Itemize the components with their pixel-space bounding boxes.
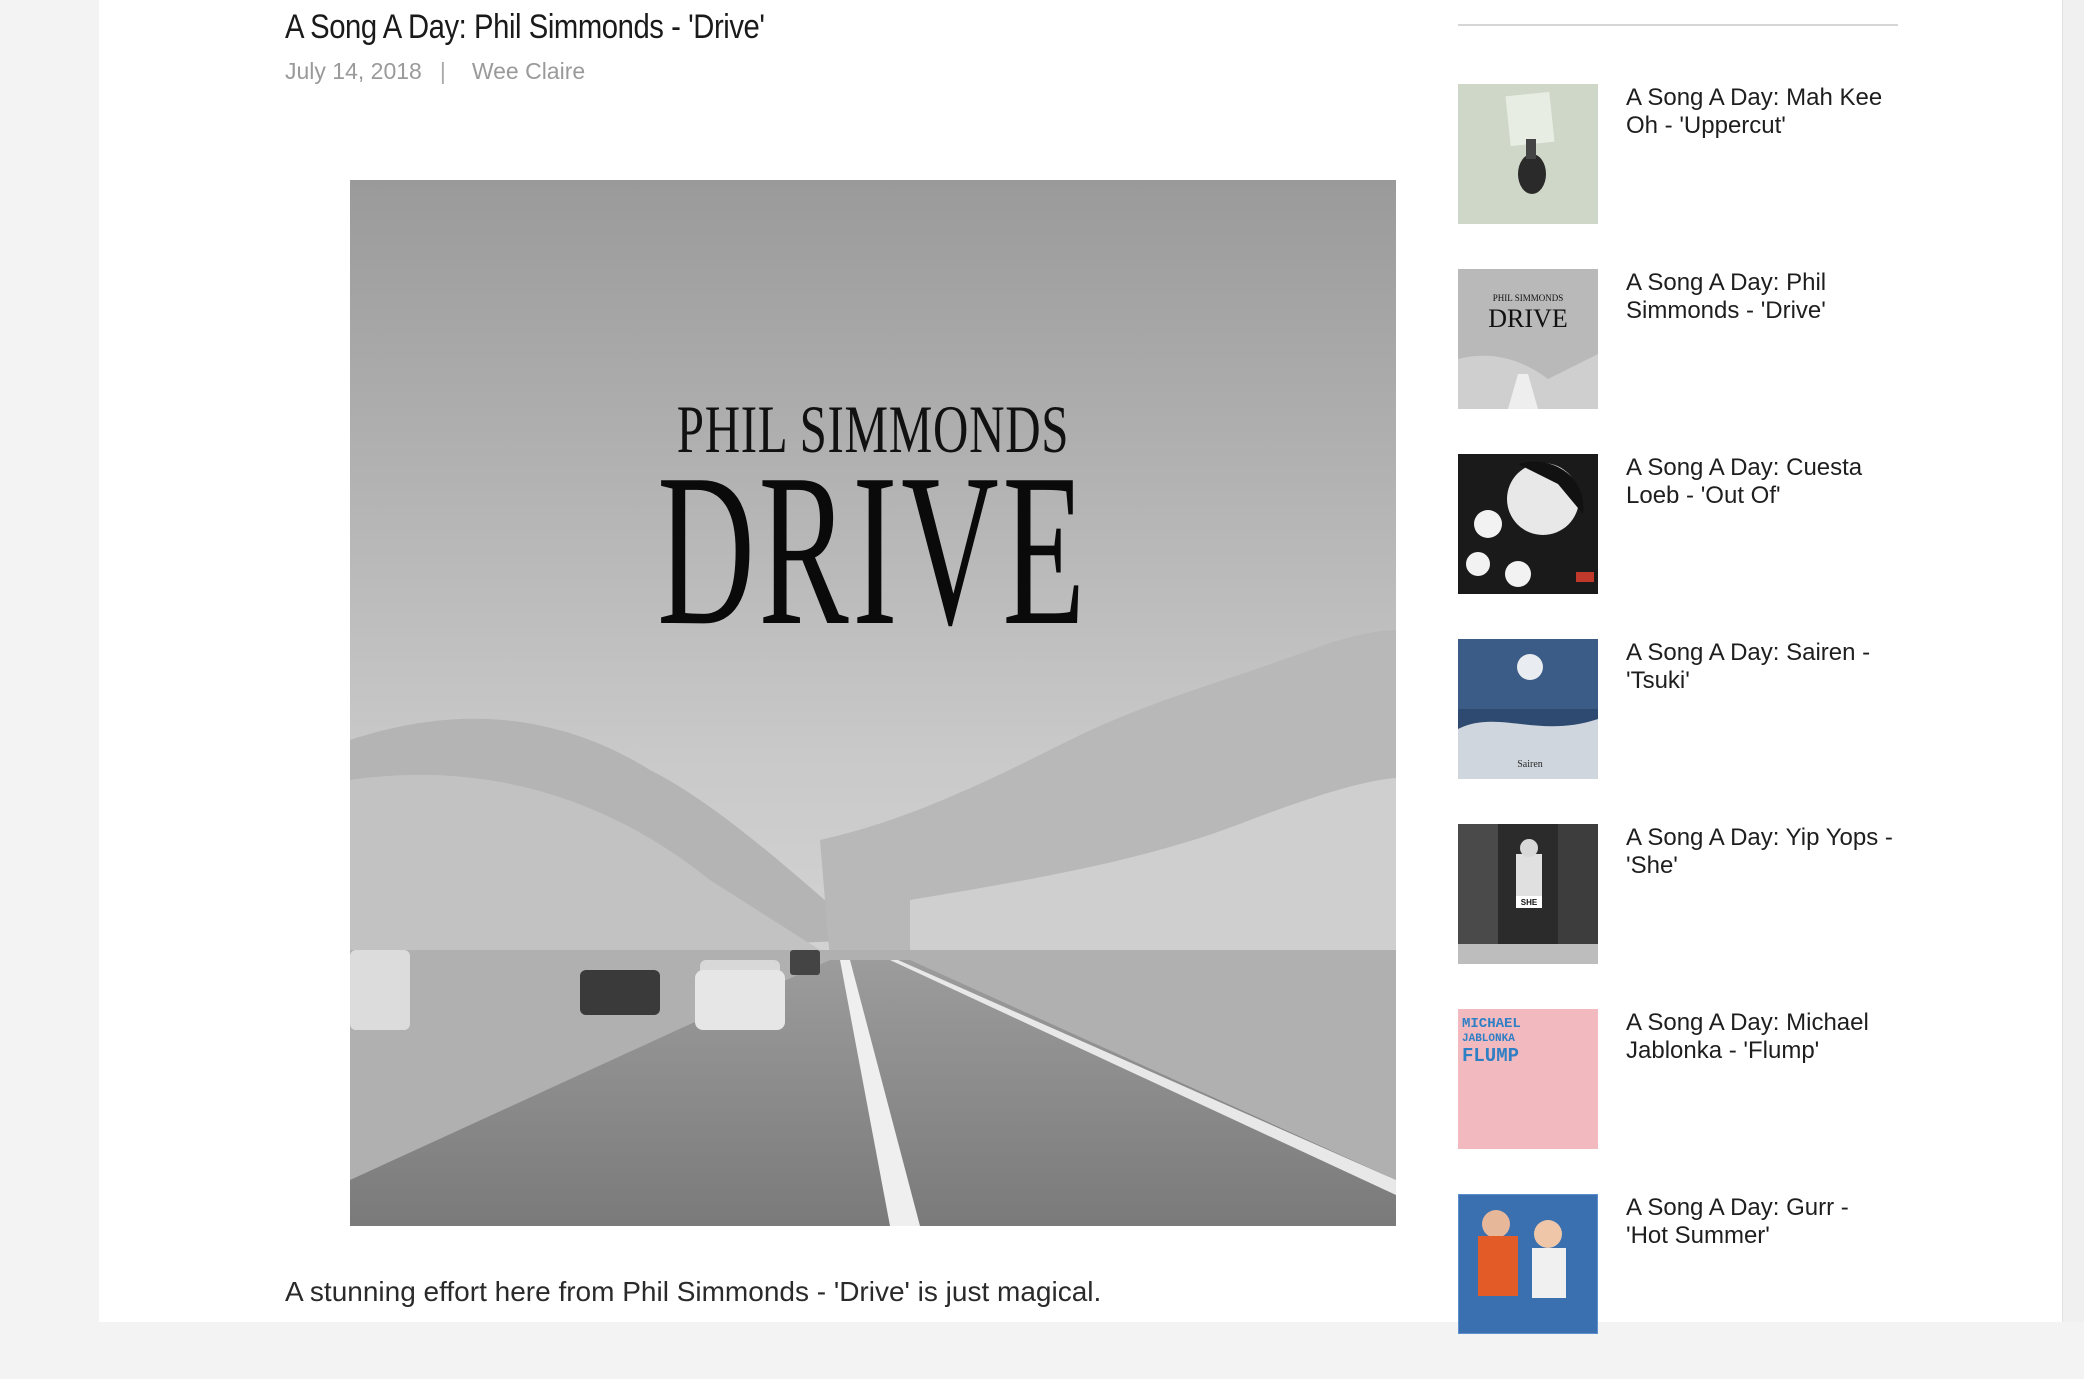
related-thumbnail[interactable]: SHE [1458,824,1598,964]
related-posts: A Song A Day: Mah Kee Oh - 'Uppercut' PH… [1458,84,1938,1379]
related-title-line: A Song A Day: Cuesta [1626,454,1863,481]
related-title-line: 'Tsuki' [1626,667,1690,694]
related-title-line: A Song A Day: Phil [1626,269,1827,296]
post-date: July 14, 2018 [285,58,422,84]
related-title-line: Jablonka - 'Flump' [1626,1037,1820,1064]
related-title[interactable]: A Song A Day: Phil Simmonds - 'Drive' [1626,269,1926,325]
drive-thumb-title: DRIVE [1488,304,1567,333]
hot-summer-cover [1458,1194,1598,1334]
post-author[interactable]: Wee Claire [472,58,585,85]
related-post-item[interactable]: Sairen A Song A Day: Sairen - 'Tsuki' [1458,639,1938,824]
related-title-line: Simmonds - 'Drive' [1626,297,1826,324]
out-of-cover [1458,454,1598,594]
related-post-item[interactable]: A Song A Day: Cuesta Loeb - 'Out Of' [1458,454,1938,639]
uppercut-cover [1458,84,1598,224]
related-title[interactable]: A Song A Day: Michael Jablonka - 'Flump' [1626,1009,1926,1065]
flump-thumb-line2: JABLONKA [1462,1033,1515,1045]
post-body: A stunning effort here from Phil Simmond… [285,1276,1102,1307]
tsuki-cover: Sairen [1458,639,1598,779]
cover-title-text: DRIVE [657,430,1089,671]
related-title-line: 'Hot Summer' [1626,1222,1770,1249]
related-title-line: A Song A Day: Sairen - [1626,639,1871,666]
post-meta: July 14, 2018 | Wee Claire [285,58,585,85]
post-title[interactable]: A Song A Day: Phil Simmonds - 'Drive' [285,8,765,47]
related-title-line: Loeb - 'Out Of' [1626,482,1781,509]
scrollbar[interactable] [2062,0,2084,1322]
tsuki-thumb-label: Sairen [1517,759,1543,770]
related-thumbnail[interactable] [1458,1194,1598,1334]
related-title[interactable]: A Song A Day: Cuesta Loeb - 'Out Of' [1626,454,1926,510]
related-post-item[interactable]: PHIL SIMMONDS DRIVE A Song A Day: Phil S… [1458,269,1938,454]
flump-thumb-line1: MICHAEL [1462,1016,1521,1032]
flump-thumb-line3: FLUMP [1462,1045,1519,1067]
related-post-item[interactable]: A Song A Day: Mah Kee Oh - 'Uppercut' [1458,84,1938,269]
related-thumbnail[interactable]: PHIL SIMMONDS DRIVE [1458,269,1598,409]
related-thumbnail[interactable]: MICHAEL JABLONKA FLUMP [1458,1009,1598,1149]
related-title[interactable]: A Song A Day: Yip Yops - 'She' [1626,824,1926,880]
cover-landscape [350,180,1396,1226]
meta-separator: | [439,58,446,84]
related-thumbnail[interactable] [1458,84,1598,224]
related-title[interactable]: A Song A Day: Sairen - 'Tsuki' [1626,639,1926,695]
related-title-line: A Song A Day: Michael [1626,1009,1869,1036]
related-title-line: A Song A Day: Gurr - [1626,1194,1849,1221]
flump-cover: MICHAEL JABLONKA FLUMP [1458,1009,1598,1149]
drive-cover: PHIL SIMMONDS DRIVE [1458,269,1598,409]
related-title-line: A Song A Day: Yip Yops - [1626,824,1893,851]
she-thumb-label: SHE [1521,898,1538,907]
related-title[interactable]: A Song A Day: Mah Kee Oh - 'Uppercut' [1626,84,1926,140]
related-post-item[interactable]: A Song A Day: Gurr - 'Hot Summer' [1458,1194,1938,1379]
related-thumbnail[interactable] [1458,454,1598,594]
related-thumbnail[interactable]: Sairen [1458,639,1598,779]
drive-thumb-artist: PHIL SIMMONDS [1493,293,1563,303]
related-title[interactable]: A Song A Day: Gurr - 'Hot Summer' [1626,1194,1926,1250]
related-post-item[interactable]: MICHAEL JABLONKA FLUMP A Song A Day: Mic… [1458,1009,1938,1194]
related-title-line: Oh - 'Uppercut' [1626,112,1786,139]
related-title-line: 'She' [1626,852,1678,879]
she-cover: SHE [1458,824,1598,964]
cover-image: PHIL SIMMONDS DRIVE [350,180,1396,1226]
related-post-item[interactable]: SHE A Song A Day: Yip Yops - 'She' [1458,824,1938,1009]
related-title-line: A Song A Day: Mah Kee [1626,84,1883,111]
sidebar-divider [1458,24,1898,26]
